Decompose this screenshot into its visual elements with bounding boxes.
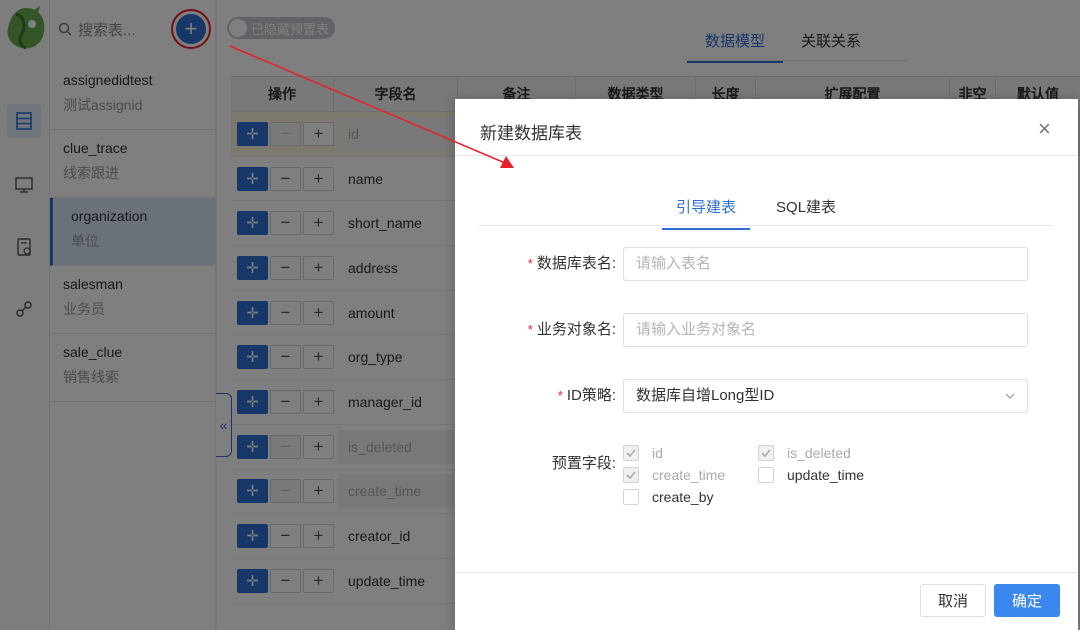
checkbox-label: is_deleted bbox=[787, 445, 851, 461]
form-row-table-name: * 数据库表名: 请输入表名 bbox=[455, 247, 1078, 281]
confirm-button[interactable]: 确定 bbox=[994, 584, 1060, 617]
check-icon bbox=[758, 445, 774, 461]
dialog-tabs: 引导建表 SQL建表 bbox=[662, 186, 862, 230]
dialog-title: 新建数据库表 bbox=[480, 124, 582, 143]
checkbox-box bbox=[758, 467, 774, 483]
checkbox-label: create_time bbox=[652, 467, 726, 483]
create-table-dialog: 新建数据库表 × 引导建表 SQL建表 * 数据库表名: 请输入表名 * 业务对象名… bbox=[455, 99, 1078, 630]
field-label: * ID策略: bbox=[558, 379, 616, 413]
chevron-down-icon bbox=[1005, 393, 1015, 399]
dialog-footer-divider bbox=[455, 572, 1078, 573]
close-icon[interactable]: × bbox=[1038, 118, 1051, 140]
biz-object-name-input[interactable]: 请输入业务对象名 bbox=[623, 313, 1028, 347]
field-label-text: ID策略: bbox=[566, 387, 616, 404]
required-mark: * bbox=[527, 256, 533, 271]
preset-field-checkbox[interactable]: id bbox=[623, 445, 663, 461]
checkbox-box bbox=[623, 489, 639, 505]
field-label: * 业务对象名: bbox=[528, 313, 616, 347]
cancel-button[interactable]: 取消 bbox=[920, 584, 986, 617]
form-row-biz-name: * 业务对象名: 请输入业务对象名 bbox=[455, 313, 1078, 347]
checkbox-label: update_time bbox=[787, 467, 865, 483]
form-row-id-strategy: * ID策略: 数据库自增Long型ID bbox=[455, 379, 1078, 413]
dialog-tabs-divider bbox=[479, 225, 1053, 226]
checkbox-label: id bbox=[652, 445, 663, 461]
tab-guided-create[interactable]: 引导建表 bbox=[662, 186, 751, 230]
check-icon bbox=[623, 445, 639, 461]
field-label: * 数据库表名: bbox=[528, 247, 616, 281]
tab-sql-create[interactable]: SQL建表 bbox=[762, 186, 850, 230]
id-strategy-value: 数据库自增Long型ID bbox=[636, 387, 775, 404]
field-label-text: 业务对象名: bbox=[536, 321, 616, 338]
required-mark: * bbox=[527, 322, 533, 337]
preset-fields-label: 预置字段: bbox=[551, 455, 616, 472]
required-mark: * bbox=[557, 388, 563, 403]
preset-field-checkbox[interactable]: is_deleted bbox=[758, 445, 851, 461]
id-strategy-select[interactable]: 数据库自增Long型ID bbox=[623, 379, 1028, 413]
table-name-input[interactable]: 请输入表名 bbox=[623, 247, 1028, 281]
preset-field-checkbox[interactable]: create_by bbox=[623, 489, 713, 505]
preset-field-checkbox[interactable]: create_time bbox=[623, 467, 725, 483]
checkbox-label: create_by bbox=[652, 489, 714, 505]
preset-field-checkbox[interactable]: update_time bbox=[758, 467, 864, 483]
dialog-header-divider bbox=[455, 155, 1078, 156]
field-label-text: 数据库表名: bbox=[536, 255, 616, 272]
check-icon bbox=[623, 467, 639, 483]
